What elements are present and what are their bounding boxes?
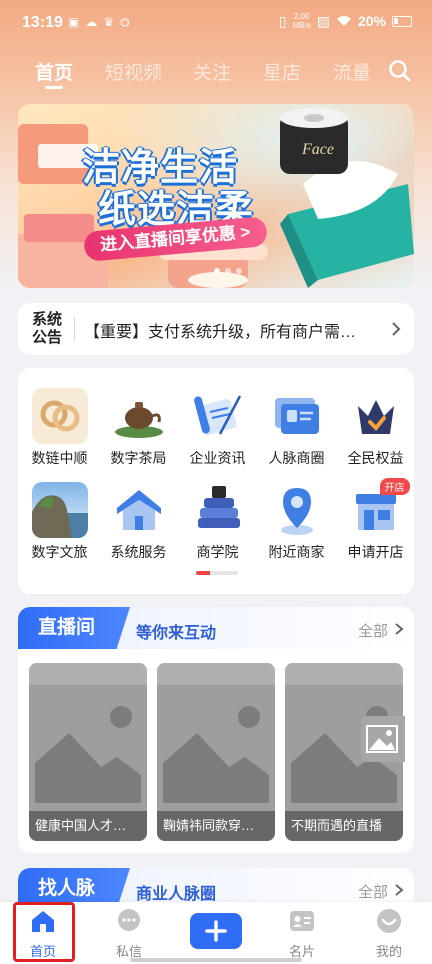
floating-window[interactable]	[361, 716, 405, 762]
live-see-all[interactable]: 全部	[358, 620, 388, 641]
tab-underline	[45, 86, 63, 89]
id-card-icon	[290, 911, 314, 931]
nav-messages[interactable]: 私信	[99, 908, 159, 960]
net-speed: 2.00 MB/s	[292, 12, 311, 30]
tab-short-video[interactable]: 短视频	[105, 58, 162, 85]
tab-home[interactable]: 首页	[35, 58, 73, 85]
open-shop-badge: 开店	[379, 478, 410, 495]
storefront-icon: 开店	[348, 478, 410, 538]
location-pin-icon	[269, 482, 325, 538]
live-item[interactable]: 健康中国人才…	[29, 663, 147, 841]
people-see-all[interactable]: 全部	[358, 881, 388, 902]
top-tabs: 首页 短视频 关注 星店 流量	[0, 52, 432, 94]
status-bar: 13:19 ▣ ☁ ♛ ⛭ ▯ 2.00 MB/s ▨ 20%	[0, 0, 432, 48]
grid-item-news[interactable]: 企业资讯	[178, 388, 257, 468]
books-icon	[190, 482, 246, 538]
grid-pagination	[196, 571, 238, 575]
status-time: 13:19	[22, 14, 63, 31]
tab-star-shop[interactable]: 星店	[263, 58, 301, 85]
grid-item-shulian[interactable]: 数链中顺	[20, 388, 99, 468]
grid-item-nearby[interactable]: 附近商家	[257, 482, 336, 562]
search-icon[interactable]	[388, 59, 412, 83]
live-item[interactable]: 鞠婧祎同款穿…	[157, 663, 275, 841]
tab-traffic[interactable]: 流量	[333, 58, 379, 85]
status-notification-icons: ▣ ☁ ♛ ⛭	[68, 15, 130, 30]
plus-icon	[205, 920, 227, 942]
gesture-bar	[130, 958, 302, 962]
knot-logo-icon	[31, 388, 88, 444]
live-section-header: 直播间 等你来互动 全部	[18, 607, 414, 649]
sim-icon: ▨	[316, 12, 330, 29]
notice-divider	[74, 317, 75, 341]
grid-item-academy[interactable]: 商学院	[178, 482, 257, 562]
wifi-icon	[336, 16, 351, 26]
vibrate-icon: ▯	[278, 12, 287, 29]
banner-pagination	[214, 268, 242, 274]
function-grid: 数链中顺 数字茶局 企业资讯 人脉商圈 全民权益 数字文旅 系统服务 商学院 附…	[18, 368, 414, 594]
nav-card[interactable]: 名片	[272, 908, 332, 960]
nav-profile[interactable]: 我的	[359, 908, 419, 960]
chevron-right-icon	[395, 884, 404, 896]
app-icon: ⛭	[120, 15, 130, 29]
grid-item-rights[interactable]: 全民权益	[336, 388, 415, 468]
teapot-icon	[111, 388, 167, 444]
chevron-right-icon	[395, 623, 404, 635]
chat-bubble-icon	[118, 909, 140, 931]
home-highlight-box	[13, 902, 75, 962]
profile-icon	[377, 909, 401, 933]
live-section-title: 直播间	[18, 607, 130, 649]
tab-follow[interactable]: 关注	[193, 58, 231, 85]
add-button[interactable]	[190, 913, 242, 949]
grid-item-service[interactable]: 系统服务	[99, 482, 178, 562]
message-icon: ▣	[68, 15, 80, 29]
notice-tag: 系统 公告	[32, 311, 63, 346]
house-icon	[111, 482, 167, 538]
crown-icon: ♛	[103, 15, 115, 29]
status-system-icons: ▯ 2.00 MB/s ▨ 20%	[279, 12, 412, 30]
grid-item-tourism[interactable]: 数字文旅	[20, 482, 99, 562]
system-notice[interactable]: 系统 公告 【重要】支付系统升级，所有商户需…	[18, 303, 414, 355]
image-placeholder-icon	[366, 725, 398, 753]
contact-card-icon	[269, 388, 325, 444]
battery-icon	[392, 15, 412, 27]
battery-percent: 20%	[357, 13, 386, 29]
svg-text:Face: Face	[301, 141, 334, 158]
scroll-icon	[190, 388, 246, 444]
grid-item-open-shop[interactable]: 开店 申请开店	[336, 478, 415, 562]
crown-badge-icon	[348, 388, 404, 444]
notice-text: 【重要】支付系统升级，所有商户需…	[84, 324, 357, 341]
live-section-subtitle: 等你来互动	[136, 625, 217, 642]
promo-banner[interactable]: Face 洁净生活 纸选洁柔 进入直播间享优惠 >	[18, 104, 414, 288]
landscape-icon	[31, 482, 88, 538]
grid-item-tea[interactable]: 数字茶局	[99, 388, 178, 468]
live-section: 直播间 等你来互动 全部 健康中国人才… 鞠婧祎同款穿… 不期而遇的直播	[18, 607, 414, 853]
grid-item-network[interactable]: 人脉商圈	[257, 388, 336, 468]
chevron-right-icon	[392, 322, 401, 336]
people-section-subtitle: 商业人脉圈	[136, 886, 217, 903]
cloud-icon: ☁	[85, 15, 98, 29]
